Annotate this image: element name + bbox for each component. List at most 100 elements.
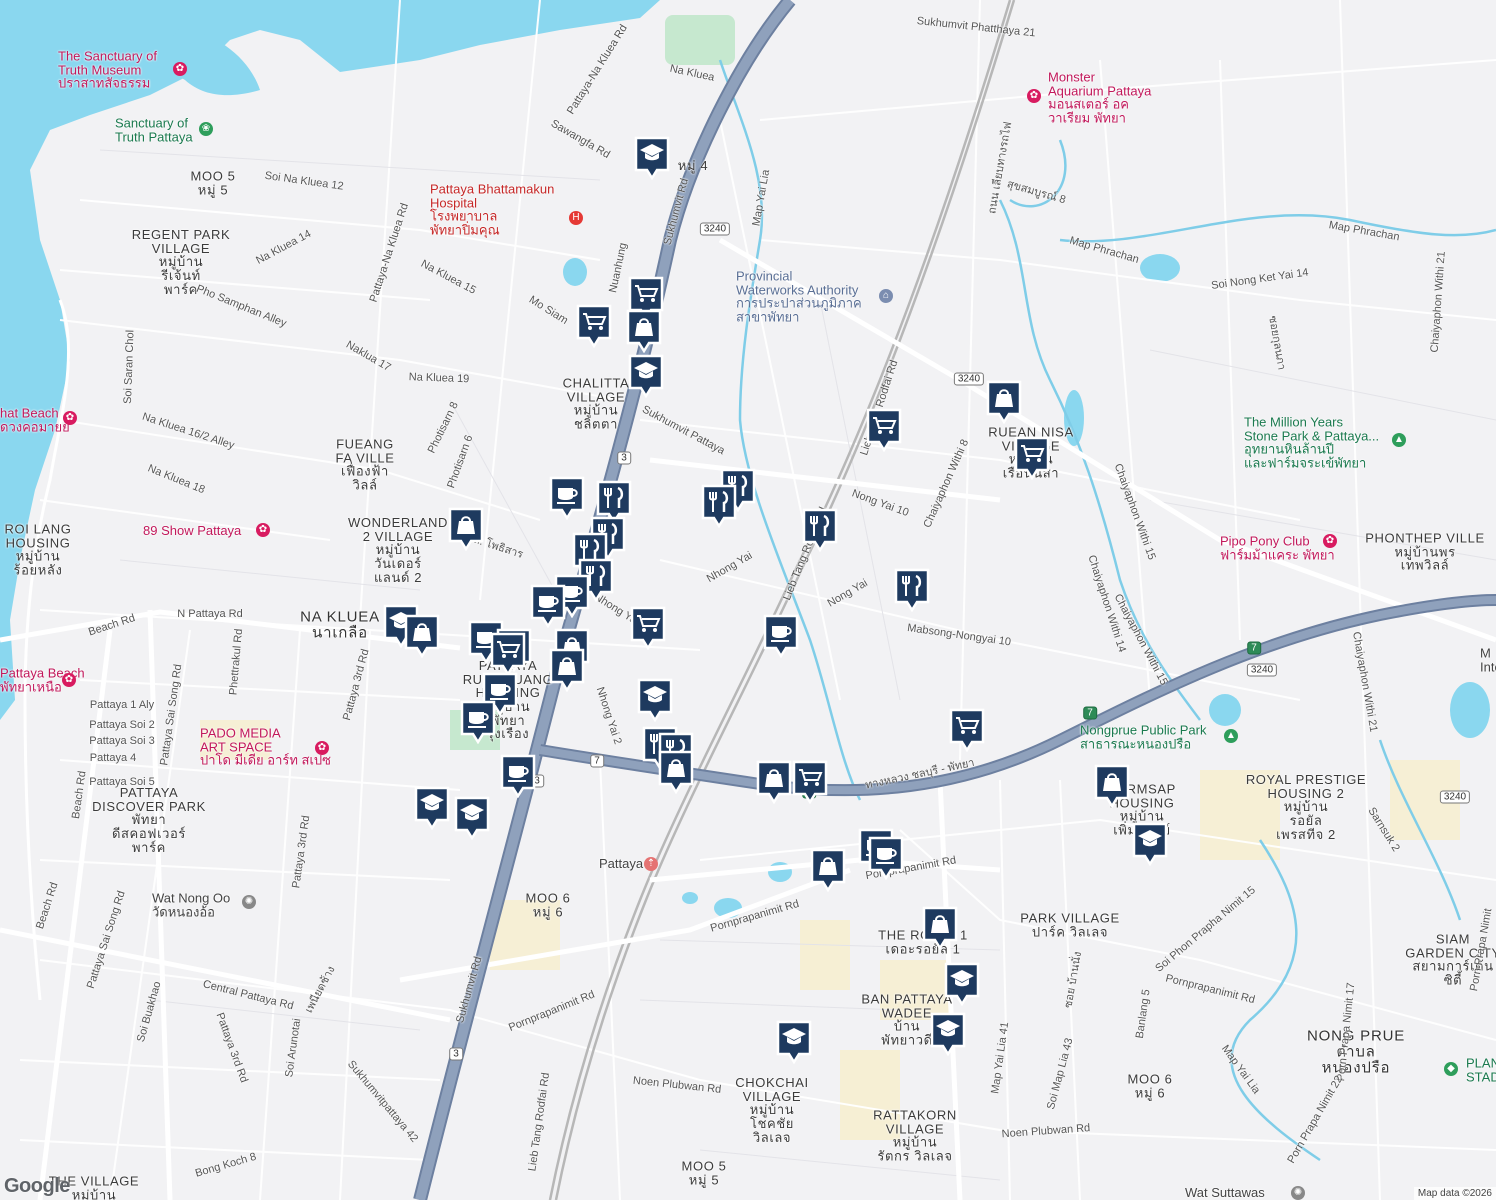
cafe-marker-icon[interactable]: [868, 836, 904, 880]
poi-label-provincial-water[interactable]: Provincial Waterworks Authority การประปาส่…: [736, 269, 862, 325]
temple-icon[interactable]: ✺: [242, 895, 256, 909]
grocery-marker-icon[interactable]: [576, 304, 612, 348]
poi-label-bhattamakun[interactable]: Pattaya Bhattamakun Hospital โรงพยาบาล พัทย…: [430, 182, 554, 238]
route-shield-s3: 3240: [1246, 663, 1278, 677]
map-canvas[interactable]: MOO 5 หมู่ 5 REGENT PARK VILLAGE หมู่บ้าน รีเ…: [0, 0, 1496, 1200]
poi-label-pattaya-station[interactable]: Pattaya: [599, 857, 643, 871]
stadium-icon[interactable]: ◆: [1444, 1062, 1458, 1076]
road-label-r37: Pattaya 4: [89, 752, 137, 765]
museum-icon[interactable]: ✿: [173, 62, 187, 76]
poi-label-plant-stad[interactable]: PLAN STAD: [1466, 1056, 1496, 1083]
route-shield-s5: 7: [1083, 706, 1097, 720]
area-label-moo5-south: MOO 5 หมู่ 5: [681, 1158, 727, 1187]
hospital-icon[interactable]: H: [569, 211, 583, 225]
school-marker-icon[interactable]: [637, 678, 673, 722]
area-label-chalitta: CHALITTA VILLAGE หมู่บ้าน ชลิตตา: [562, 375, 630, 432]
poi-label-sanctuary-museum[interactable]: The Sanctuary of Truth Museum ปราสาทสัจธรร…: [58, 49, 157, 91]
temple-icon[interactable]: ✺: [1291, 1186, 1305, 1200]
poi-label-million-years[interactable]: The Million Years Stone Park & Pattaya...…: [1244, 415, 1379, 471]
road-label-r38: Pattaya Soi 5: [89, 776, 155, 789]
poi-label-sanctuary-truth[interactable]: Sanctuary of Truth Pattaya: [115, 116, 193, 143]
park-icon[interactable]: ▲: [1392, 433, 1406, 447]
area-label-moo5-north: MOO 5 หมู่ 5: [190, 168, 236, 197]
grocery-marker-icon[interactable]: [866, 408, 902, 452]
grocery-marker-icon[interactable]: [630, 606, 666, 650]
museum-icon[interactable]: ✿: [1027, 89, 1041, 103]
area-label-moo6-east: MOO 6 หมู่ 6: [1127, 1071, 1173, 1100]
grocery-marker-icon[interactable]: [792, 760, 828, 804]
restaurant-marker-icon[interactable]: [596, 480, 632, 524]
school-marker-icon[interactable]: [776, 1020, 812, 1064]
museum-icon[interactable]: ✿: [63, 411, 77, 425]
store-marker-icon[interactable]: [549, 648, 585, 692]
restaurant-marker-icon[interactable]: [802, 508, 838, 552]
park-icon[interactable]: ▲: [1224, 729, 1238, 743]
museum-icon[interactable]: ✿: [62, 673, 76, 687]
poi-label-pipo-pony[interactable]: Pipo Pony Club ฟาร์มม้าแคระ พัทยา: [1220, 534, 1335, 561]
area-label-chokchai: CHOKCHAI VILLAGE หมู่บ้าน โชคชัย วิลเลจ: [735, 1074, 809, 1145]
road-label-r12: Na Kluea 19: [408, 371, 470, 386]
area-label-na-kluea: NA KLUEA นาเกลือ: [300, 608, 380, 641]
road-label-r34: Pattaya 1 Aly: [89, 699, 155, 712]
area-label-nong-prue: NONG PRUE ตำบล หนองปรือ: [1306, 1027, 1406, 1076]
poi-label-internat[interactable]: MInternat: [1480, 646, 1496, 673]
google-logo[interactable]: Google: [4, 1175, 70, 1198]
poi-label-nongprue-park[interactable]: Nongprue Public Park สาธารณะหนองปรือ: [1080, 723, 1206, 750]
store-marker-icon[interactable]: [986, 380, 1022, 424]
route-shield-s10: 3240: [1439, 790, 1471, 804]
route-shield-s1: 3240: [699, 222, 731, 236]
road-label-r36: Pattaya Soi 3: [89, 735, 155, 748]
poi-label-wat-nong-oo[interactable]: Wat Nong Oo วัดหนองอ้อ: [152, 891, 230, 918]
poi-label-pado-media[interactable]: PADO MEDIA ART SPACE ปาโด มีเดีย อาร์ท สเป…: [200, 726, 331, 768]
poi-label-wat-suttawas[interactable]: Wat Suttawas: [1185, 1186, 1265, 1200]
area-label-roi-lang: ROI LANG HOUSING หมู่บ้าน ร้อยหลัง: [4, 521, 72, 578]
school-marker-icon[interactable]: [628, 354, 664, 398]
area-label-park-village: PARK VILLAGE ปาร์ค วิลเลจ: [1020, 910, 1120, 939]
museum-icon[interactable]: ✿: [1323, 534, 1337, 548]
government-icon[interactable]: ⌂: [879, 289, 893, 303]
route-shield-s4: 7: [1247, 641, 1261, 655]
school-marker-icon[interactable]: [454, 796, 490, 840]
cafe-marker-icon[interactable]: [549, 476, 585, 520]
map-attribution[interactable]: Map data ©2026: [1413, 1187, 1496, 1200]
grocery-marker-icon[interactable]: [490, 632, 526, 676]
poi-label-naklua-beach[interactable]: hat Beach ดวงคอมายย์: [0, 406, 70, 433]
school-marker-icon[interactable]: [414, 786, 450, 830]
school-marker-icon[interactable]: [1132, 822, 1168, 866]
train-icon[interactable]: ⇡: [644, 857, 658, 871]
store-marker-icon[interactable]: [448, 507, 484, 551]
area-label-moo4: หมู่ 4: [677, 158, 709, 174]
grocery-marker-icon[interactable]: [628, 276, 664, 320]
cafe-marker-icon[interactable]: [500, 754, 536, 798]
attraction-icon[interactable]: ❀: [199, 122, 213, 136]
store-marker-icon[interactable]: [810, 848, 846, 892]
store-marker-icon[interactable]: [404, 614, 440, 658]
store-marker-icon[interactable]: [756, 760, 792, 804]
grocery-marker-icon[interactable]: [949, 708, 985, 752]
area-label-moo6-center: MOO 6 หมู่ 6: [525, 890, 571, 919]
museum-icon[interactable]: ✿: [315, 741, 329, 755]
school-marker-icon[interactable]: [634, 136, 670, 180]
area-label-pattaya-discover: PATTAYA DISCOVER PARK พัทยา ดีสคอฟเวอร์ พาร์…: [92, 784, 206, 855]
area-label-fueang-fa: FUEANG FA VILLE เฟื่องฟ้า วิลล์: [335, 436, 395, 493]
store-marker-icon[interactable]: [922, 906, 958, 950]
cafe-marker-icon[interactable]: [530, 584, 566, 628]
restaurant-marker-icon[interactable]: [701, 484, 737, 528]
route-shield-s7: 7: [590, 754, 604, 768]
poi-label-show-89[interactable]: 89 Show Pattaya: [143, 524, 241, 538]
school-marker-icon[interactable]: [930, 1012, 966, 1056]
poi-label-monster-aquarium[interactable]: Monster Aquarium Pattaya มอนสเตอร์ อค วาเรี…: [1048, 70, 1151, 126]
store-marker-icon[interactable]: [1094, 764, 1130, 808]
grocery-marker-icon[interactable]: [1014, 436, 1050, 480]
museum-icon[interactable]: ✿: [256, 523, 270, 537]
store-marker-icon[interactable]: [658, 750, 694, 794]
area-label-wonderland: WONDERLAND 2 VILLAGE หมู่บ้าน วันเดอร์ แลนด์…: [348, 514, 448, 585]
school-marker-icon[interactable]: [944, 962, 980, 1006]
road-label-r29: N Pattaya Rd: [177, 608, 243, 621]
cafe-marker-icon[interactable]: [763, 614, 799, 658]
area-label-phonthep: PHONTHEP VILLE หมู่บ้านพร เทพวิลล์: [1365, 530, 1485, 573]
restaurant-marker-icon[interactable]: [894, 568, 930, 612]
route-shield-s11: 3: [617, 451, 631, 465]
store-marker-icon[interactable]: [626, 309, 662, 353]
cafe-marker-icon[interactable]: [460, 700, 496, 744]
